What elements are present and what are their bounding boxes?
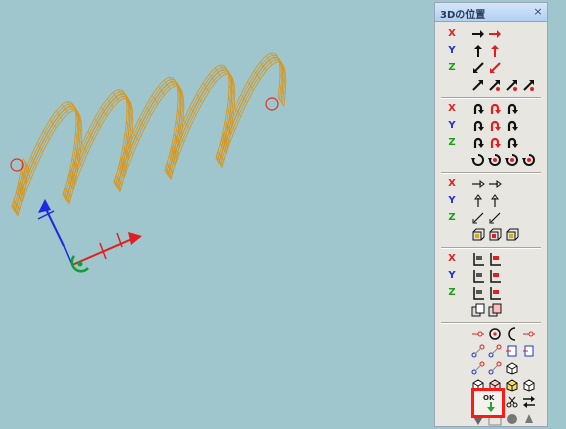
rotate-z-alt-icon[interactable] — [505, 136, 519, 150]
gizmo-y-arrowhead — [38, 199, 51, 213]
copy-red-icon[interactable] — [488, 303, 502, 317]
arc-icon[interactable] — [505, 327, 519, 341]
cube-yellow-icon[interactable] — [505, 378, 519, 392]
move-diag-b-icon[interactable] — [505, 78, 519, 92]
node-red-icon[interactable] — [488, 344, 502, 358]
align-y-icon[interactable] — [471, 269, 485, 283]
align-y-red-icon[interactable] — [488, 269, 502, 283]
gizmo-x-axis[interactable] — [71, 238, 133, 266]
move-diag-a-icon[interactable] — [488, 78, 502, 92]
move-y-red-icon[interactable] — [488, 44, 502, 58]
rotate-axis-label-x: X — [448, 103, 456, 114]
align-axis-label-y: Y — [448, 270, 456, 281]
circle-center-icon[interactable] — [488, 327, 502, 341]
cube-small-icon[interactable] — [505, 361, 519, 375]
box-origin-icon[interactable] — [505, 228, 519, 242]
offset-axis-label-x: X — [448, 178, 456, 189]
gizmo-y-axis[interactable] — [44, 206, 65, 247]
move-z-red-icon[interactable] — [488, 61, 502, 75]
offset-z-icon[interactable] — [471, 211, 485, 225]
rotate-x-red-icon[interactable] — [488, 102, 502, 116]
offset-axis-label-y: Y — [448, 195, 456, 206]
shape-icon[interactable] — [522, 412, 536, 426]
panel-separator — [441, 172, 541, 174]
move-axis-label-y: Y — [448, 45, 456, 56]
line-point-icon[interactable] — [522, 327, 536, 341]
offset-x-axis-icon[interactable] — [488, 177, 502, 191]
rotate-free-c-icon[interactable] — [522, 153, 536, 167]
rotate-z-icon[interactable] — [471, 136, 485, 150]
move-z-icon[interactable] — [471, 61, 485, 75]
rotate-axis-label-z: Z — [448, 137, 456, 148]
plane-icon[interactable] — [505, 344, 519, 358]
move-diag-c-icon[interactable] — [522, 78, 536, 92]
spring-wireframe[interactable] — [11, 52, 287, 217]
scissor-icon[interactable] — [505, 395, 519, 409]
align-z-icon[interactable] — [471, 286, 485, 300]
transform-gizmo[interactable] — [37, 199, 142, 273]
panel-separator — [441, 97, 541, 99]
spring-wire-strand — [15, 59, 285, 215]
copy-icon[interactable] — [471, 303, 485, 317]
cube-outline-icon[interactable] — [522, 378, 536, 392]
node-multi-icon[interactable] — [488, 361, 502, 375]
offset-z-axis-icon[interactable] — [488, 211, 502, 225]
rotate-y-alt-icon[interactable] — [505, 119, 519, 133]
spring-end-endpoint[interactable] — [265, 97, 279, 111]
align-x-icon[interactable] — [471, 252, 485, 266]
move-y-icon[interactable] — [471, 44, 485, 58]
box-move-icon[interactable] — [471, 228, 485, 242]
ok-button[interactable]: OK — [471, 388, 505, 418]
move-x-red-icon[interactable] — [488, 27, 502, 41]
panel-separator — [441, 247, 541, 249]
point-icon[interactable] — [471, 327, 485, 341]
rotate-axis-label-y: Y — [448, 120, 456, 131]
panel-separator — [441, 322, 541, 324]
3d-position-panel: 3Dの位置 × XYZXYZXYZXYZ OK — [434, 2, 548, 427]
move-axis-label-x: X — [448, 28, 456, 39]
node-icon[interactable] — [471, 344, 485, 358]
align-axis-label-x: X — [448, 253, 456, 264]
rotate-x-alt-icon[interactable] — [505, 102, 519, 116]
rotate-free-a-icon[interactable] — [488, 153, 502, 167]
rotate-y-icon[interactable] — [471, 119, 485, 133]
ok-arrow-icon — [487, 402, 495, 412]
offset-y-icon[interactable] — [471, 194, 485, 208]
panel-titlebar[interactable]: 3Dの位置 × — [435, 3, 547, 22]
move-axis-label-z: Z — [448, 62, 456, 73]
spring-wire-strand — [14, 56, 284, 212]
offset-x-icon[interactable] — [471, 177, 485, 191]
plane-red-icon[interactable] — [522, 344, 536, 358]
offset-axis-label-z: Z — [448, 212, 456, 223]
rotate-x-icon[interactable] — [471, 102, 485, 116]
arrows-icon[interactable] — [522, 395, 536, 409]
gizmo-x-arrowhead — [128, 232, 142, 245]
move-x-icon[interactable] — [471, 27, 485, 41]
rotate-z-red-icon[interactable] — [488, 136, 502, 150]
spring-start-endpoint[interactable] — [10, 158, 24, 172]
rotate-free-b-icon[interactable] — [505, 153, 519, 167]
box-move-red-icon[interactable] — [488, 228, 502, 242]
close-icon[interactable]: × — [532, 5, 544, 18]
node-blue-icon[interactable] — [471, 361, 485, 375]
gizmo-origin[interactable] — [77, 261, 83, 267]
align-z-red-icon[interactable] — [488, 286, 502, 300]
rotate-free-icon[interactable] — [471, 153, 485, 167]
panel-title: 3Dの位置 — [440, 10, 486, 21]
rotate-y-red-icon[interactable] — [488, 119, 502, 133]
disk-icon[interactable] — [505, 412, 519, 426]
move-diag-icon[interactable] — [471, 78, 485, 92]
align-axis-label-z: Z — [448, 287, 456, 298]
offset-y-axis-icon[interactable] — [488, 194, 502, 208]
align-x-red-icon[interactable] — [488, 252, 502, 266]
